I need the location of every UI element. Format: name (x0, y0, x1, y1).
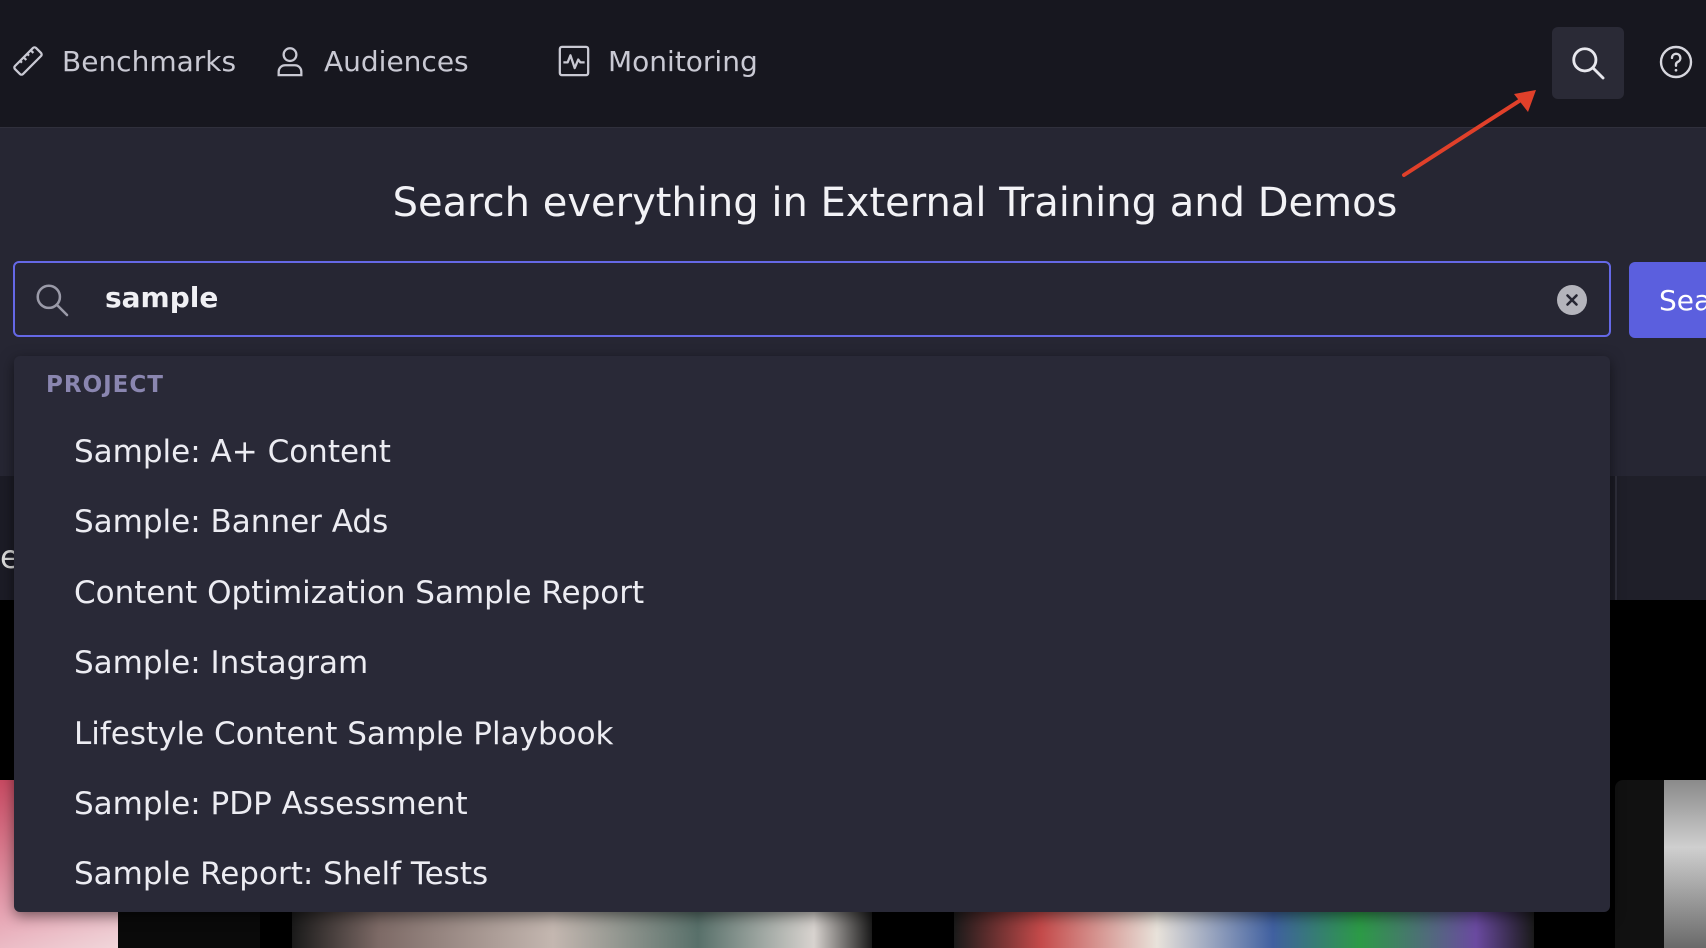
suggestion-item[interactable]: Content Optimization Sample Report (74, 575, 644, 611)
section-label-project: PROJECT (46, 372, 164, 398)
suggestion-item[interactable]: Sample: Instagram (74, 645, 368, 681)
suggestion-item[interactable]: Sample Report: Shelf Tests (74, 856, 488, 892)
search-submit-button[interactable]: Sea (1629, 262, 1706, 338)
ruler-icon (10, 43, 46, 79)
thumbnail-image[interactable] (292, 912, 872, 948)
suggestion-item[interactable]: Lifestyle Content Sample Playbook (74, 716, 614, 752)
thumbnail-image (118, 912, 260, 948)
thumbnail-image[interactable] (954, 912, 1534, 948)
search-icon (36, 284, 69, 317)
nav-item-label: Monitoring (608, 44, 758, 78)
nav-item-benchmarks[interactable]: Benchmarks (10, 36, 236, 86)
help-icon[interactable] (1658, 44, 1694, 80)
suggestion-item[interactable]: Sample: Banner Ads (74, 504, 388, 540)
annotation-arrow (1402, 90, 1536, 177)
clear-search-button[interactable] (1557, 285, 1587, 315)
suggestion-item[interactable]: Sample: A+ Content (74, 434, 391, 470)
search-heading: Search everything in External Training a… (392, 180, 1398, 226)
activity-chart-icon (556, 43, 592, 79)
search-suggestions-dropdown: PROJECT Sample: A+ Content Sample: Banne… (14, 356, 1610, 912)
search-query-value[interactable]: sample (105, 281, 218, 314)
close-icon (1566, 294, 1578, 306)
nav-item-audiences[interactable]: Audiences (272, 36, 469, 86)
nav-item-label: Benchmarks (62, 44, 237, 78)
search-icon (1572, 47, 1605, 80)
person-icon (272, 43, 308, 79)
suggestion-item[interactable]: Sample: PDP Assessment (74, 786, 468, 822)
nav-item-monitoring[interactable]: Monitoring (556, 36, 758, 86)
thumbnail-image[interactable] (1664, 780, 1706, 948)
search-input[interactable]: sample (13, 261, 1611, 337)
nav-item-label: Audiences (324, 44, 469, 78)
background-card (1615, 476, 1706, 600)
